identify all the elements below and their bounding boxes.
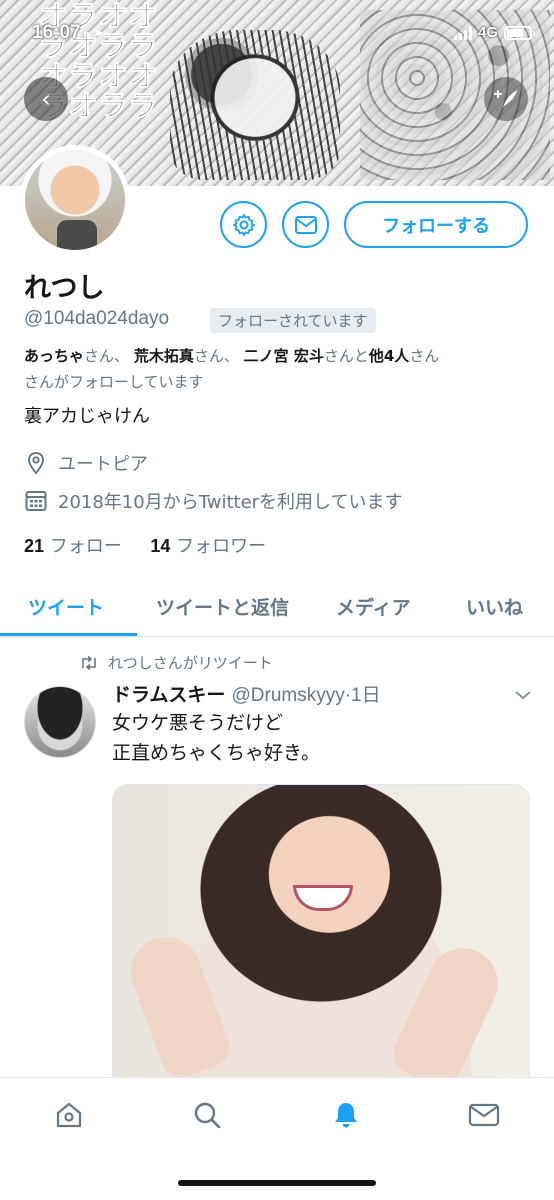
tweet-author-avatar[interactable]: [24, 686, 96, 758]
follower-others[interactable]: 他4人: [369, 347, 409, 365]
chevron-down-icon: [515, 691, 531, 700]
banner-art-face: [170, 30, 340, 180]
compose-feather-icon: [494, 90, 517, 108]
nav-home[interactable]: [52, 1098, 86, 1132]
tweet-text-line: 正直めちゃくちゃ好き。: [112, 742, 321, 764]
follow-button[interactable]: フォローする: [344, 201, 528, 248]
banner-text-column: オラオラ: [92, 0, 128, 121]
status-indicators: 4G: [453, 24, 535, 41]
tweet-menu-button[interactable]: [514, 686, 532, 705]
profile-handle: @104da024dayo: [24, 308, 170, 329]
retweet-icon: [82, 655, 96, 670]
followed-by-tail: さんがフォローしています: [24, 373, 204, 391]
location-pin-icon: [27, 451, 45, 475]
retweet-context: れつしさんがリツイート: [80, 652, 273, 673]
tweet-text: 女ウケ悪そうだけど 正直めちゃくちゃ好き。: [112, 708, 320, 768]
notifications-bell-icon: [335, 1103, 357, 1128]
nav-search[interactable]: [190, 1098, 224, 1132]
envelope-icon: [294, 215, 317, 234]
search-icon: [194, 1102, 221, 1129]
settings-button[interactable]: [220, 201, 267, 248]
nav-messages[interactable]: [467, 1098, 501, 1132]
joined-text: 2018年10月からTwitterを利用しています: [58, 492, 403, 513]
tweet-text-line: 女ウケ悪そうだけど: [112, 712, 284, 734]
follower-name[interactable]: あっちゃ: [24, 347, 84, 365]
compose-tweet-button[interactable]: [484, 77, 528, 121]
profile-tabs: ツイート ツイートと返信 メディア いいね: [0, 585, 554, 637]
profile-name: れつし: [24, 273, 105, 304]
tab-media[interactable]: メディア: [336, 593, 411, 620]
following-count-link[interactable]: 21 フォロー: [24, 536, 122, 557]
location-services-icon: ➤: [93, 26, 104, 41]
follower-name[interactable]: 荒木拓真: [134, 347, 194, 365]
network-type: 4G: [477, 24, 498, 41]
message-button[interactable]: [282, 201, 329, 248]
back-arrow-icon: ‹: [41, 85, 51, 113]
profile-location: ユートピア: [24, 450, 148, 476]
followed-by-summary[interactable]: あっちゃさん、 荒木拓真さん、 二ノ宮 宏斗さんと他4人さん さんがフォローして…: [24, 343, 534, 395]
active-tab-indicator: [0, 633, 137, 636]
tab-tweets-and-replies[interactable]: ツイートと返信: [156, 593, 289, 620]
gear-icon: [232, 213, 255, 236]
followers-count-link[interactable]: 14 フォロワー: [150, 536, 266, 557]
tab-tweets[interactable]: ツイート: [28, 593, 104, 620]
back-button[interactable]: ‹: [24, 77, 68, 121]
home-indicator[interactable]: [178, 1180, 376, 1186]
profile-avatar[interactable]: [20, 145, 130, 255]
calendar-icon: [25, 491, 47, 511]
nav-notifications[interactable]: [329, 1098, 363, 1132]
follows-you-badge: フォローされています: [210, 308, 376, 333]
status-time: 16:07: [32, 22, 81, 43]
tweet-header: ドラムスキー @Drumskyyy·1日: [112, 680, 381, 707]
follow-counts: 21 フォロー 14 フォロワー: [24, 532, 266, 558]
tweet-author-name[interactable]: ドラムスキー: [112, 684, 225, 706]
profile-bio: 裏アカじゃけん: [24, 406, 150, 427]
tab-likes[interactable]: いいね: [466, 593, 523, 620]
cellular-signal-icon: [453, 26, 472, 40]
follower-name[interactable]: 二ノ宮 宏斗: [244, 347, 324, 365]
battery-icon: [504, 25, 535, 40]
location-text: ユートピア: [58, 454, 148, 475]
retweet-label: れつしさんがリツイート: [108, 654, 273, 672]
home-icon: [56, 1102, 82, 1128]
tweet-time: ·1日: [344, 685, 381, 706]
tweet-media-image[interactable]: [112, 784, 530, 1084]
profile-joined: 2018年10月からTwitterを利用しています: [24, 488, 403, 514]
messages-envelope-icon: [468, 1103, 500, 1127]
tweet-author-handle: @Drumskyyy: [231, 685, 345, 706]
banner-text-column: オラオラ: [122, 0, 158, 121]
